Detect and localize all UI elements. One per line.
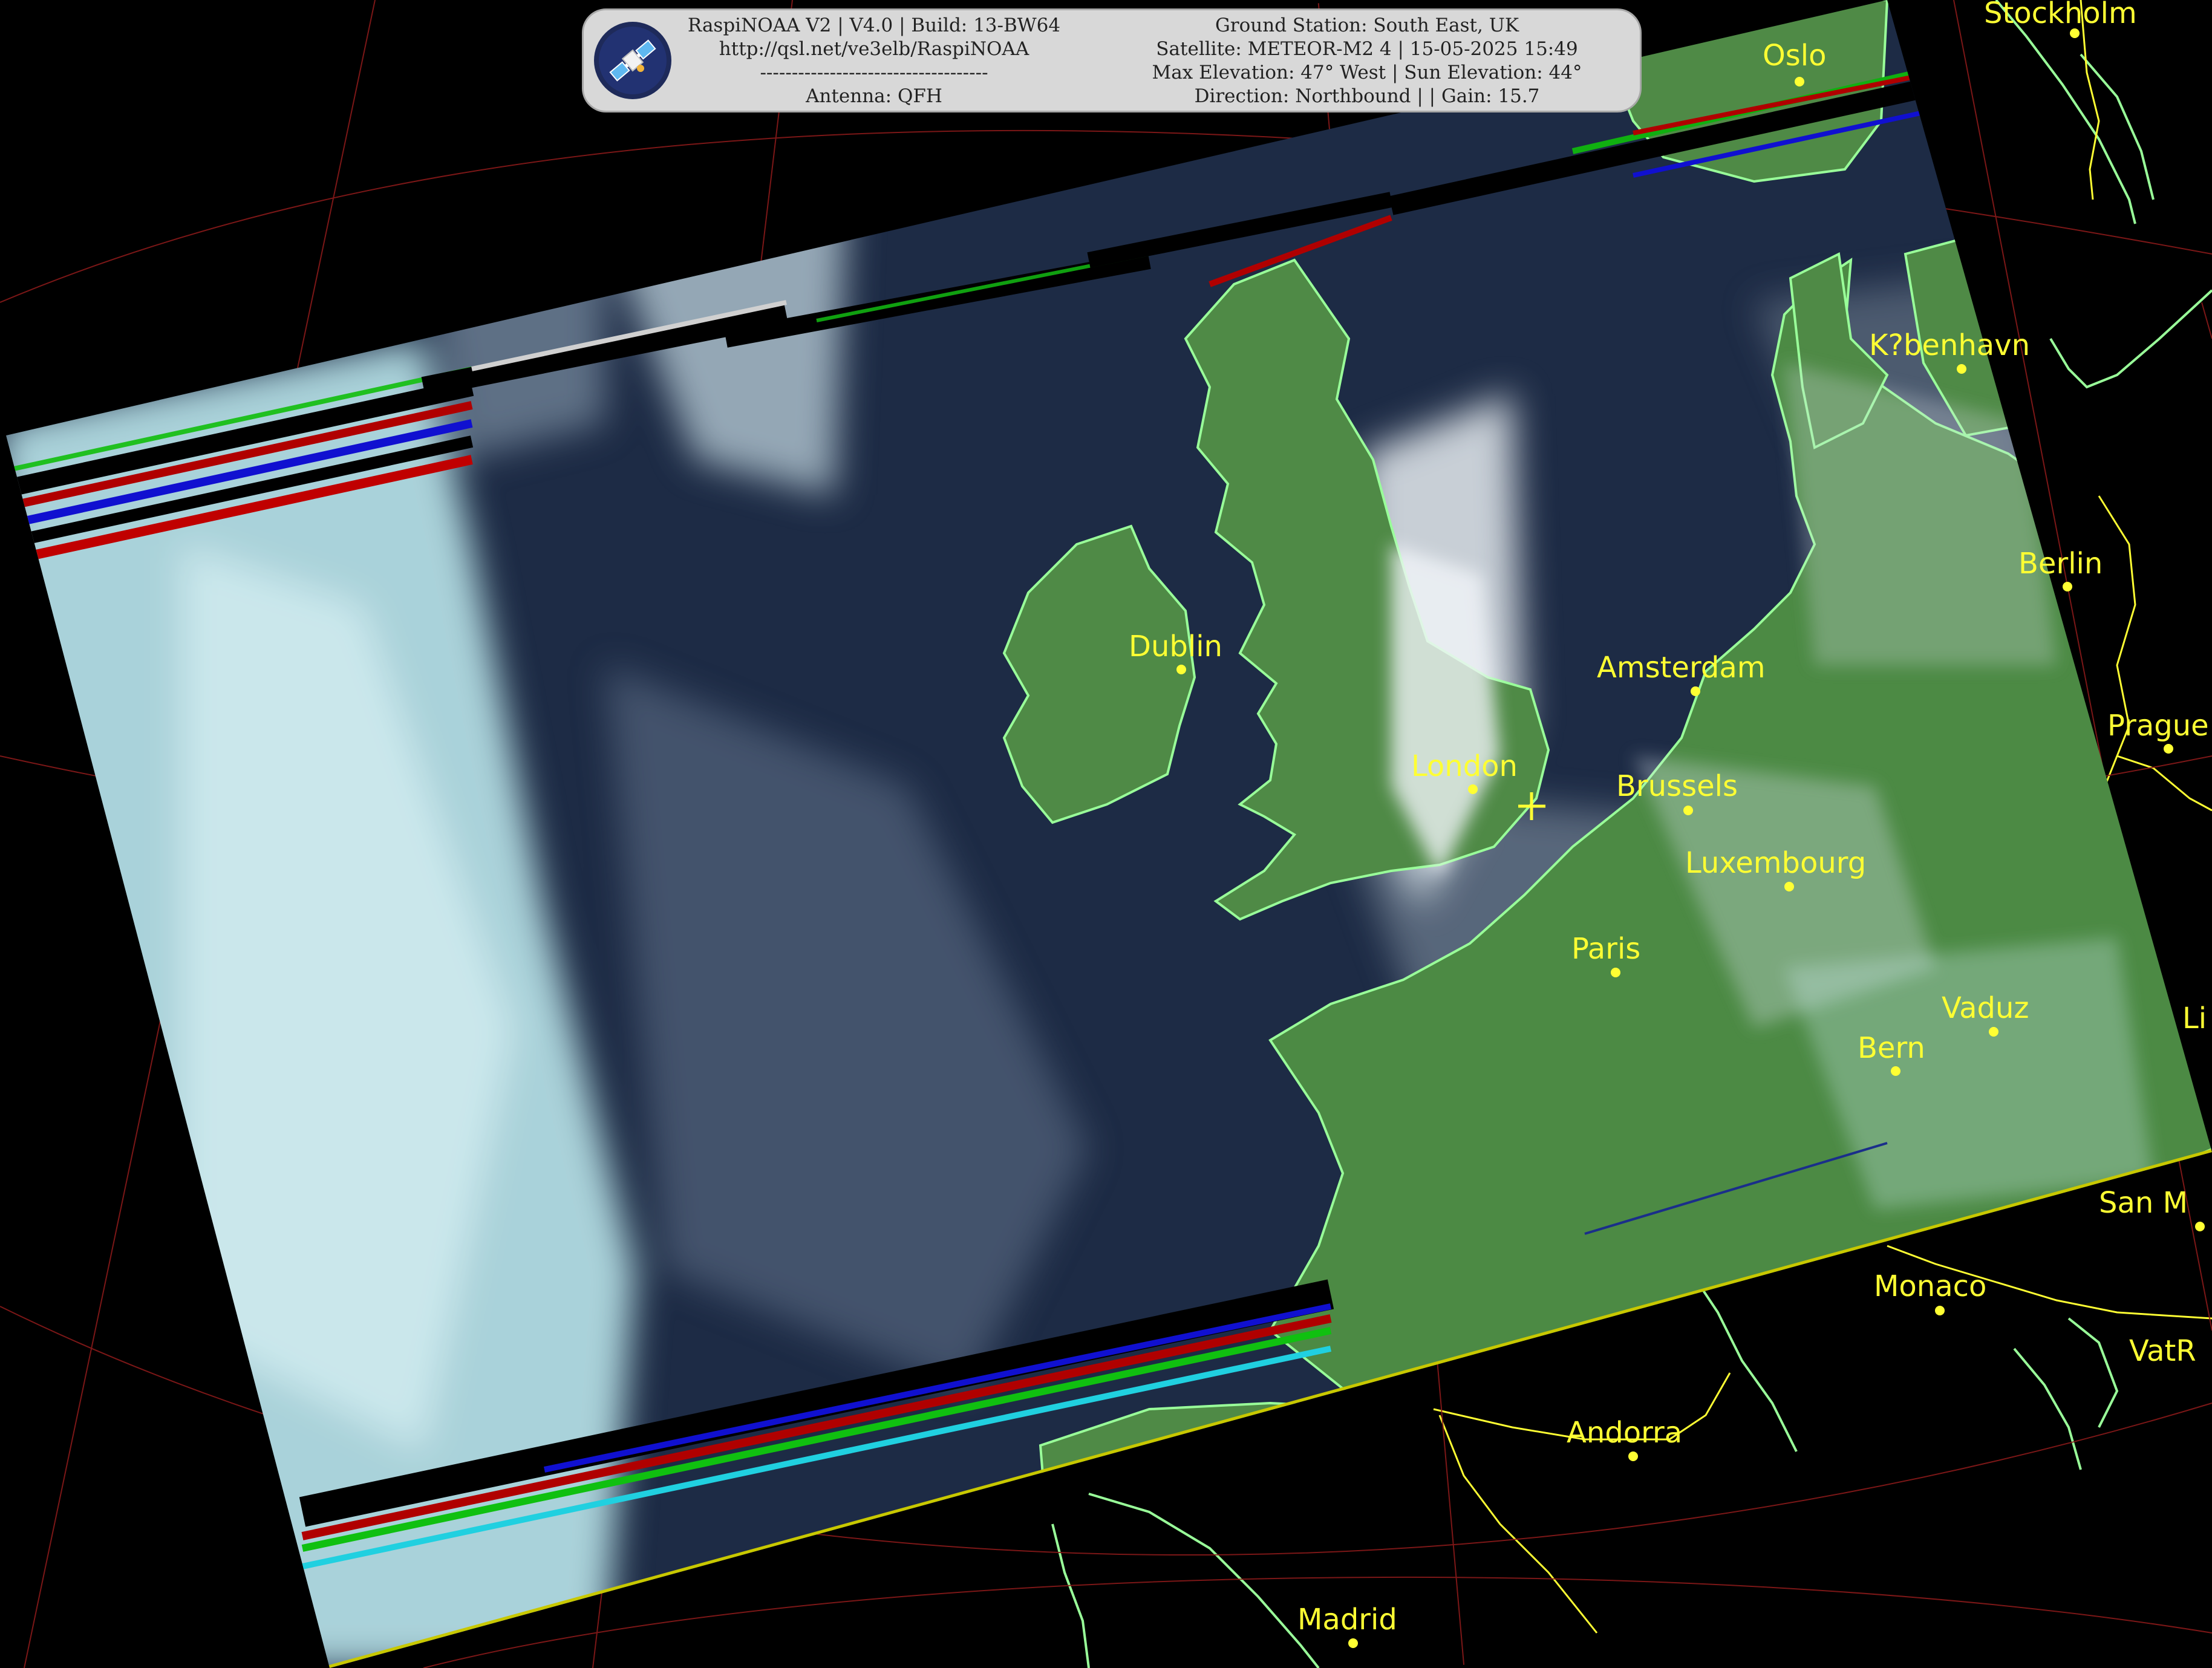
city-label: K?benhavn: [1869, 328, 2030, 362]
city-label: Amsterdam: [1597, 651, 1765, 685]
satellite-map: Stockholm Oslo K?benhavn Berlin Dublin A…: [0, 0, 2212, 1668]
city-label: Dublin: [1129, 630, 1222, 663]
city-label: Paris: [1571, 932, 1640, 966]
banner-line: http://qsl.net/ve3elb/RaspiNOAA: [719, 38, 1029, 60]
banner-line: ------------------------------------: [760, 62, 988, 83]
city-label: Bern: [1858, 1031, 1925, 1065]
city-label: Luxembourg: [1685, 846, 1866, 880]
city-label: Madrid: [1297, 1603, 1397, 1637]
banner-station-info: RaspiNOAA V2 | V4.0 | Build: 13-BW64 htt…: [687, 14, 1062, 108]
city-label: Brussels: [1616, 769, 1738, 803]
city-label: Prague: [2107, 709, 2209, 743]
city-label: Andorra: [1567, 1416, 1682, 1450]
satellite-icon: [594, 22, 671, 99]
city-label: Berlin: [2018, 547, 2103, 581]
satellite-swath: [6, 0, 2212, 1668]
banner-line: Max Elevation: 47° West | Sun Elevation:…: [1152, 62, 1582, 83]
city-label: VatR: [2129, 1334, 2196, 1368]
pass-info-banner: RaspiNOAA V2 | V4.0 | Build: 13-BW64 htt…: [582, 8, 1642, 112]
city-label: Vaduz: [1942, 991, 2029, 1025]
map-canvas: Stockholm Oslo K?benhavn Berlin Dublin A…: [0, 0, 2212, 1668]
banner-line: Direction: Northbound | | Gain: 15.7: [1194, 85, 1540, 107]
city-label: London: [1411, 749, 1518, 783]
banner-pass-info: Ground Station: South East, UK Satellite…: [1104, 14, 1630, 108]
banner-line: Ground Station: South East, UK: [1215, 15, 1519, 36]
city-label: Oslo: [1763, 39, 1827, 73]
banner-line: RaspiNOAA V2 | V4.0 | Build: 13-BW64: [687, 15, 1061, 36]
city-label: San M: [2099, 1186, 2188, 1220]
city-label: Monaco: [1874, 1269, 1986, 1303]
banner-line: Antenna: QFH: [806, 85, 942, 107]
city-label: Li: [2182, 1002, 2207, 1035]
banner-line: Satellite: METEOR-M2 4 | 15-05-2025 15:4…: [1156, 38, 1578, 60]
city-label: Stockholm: [1984, 0, 2137, 30]
